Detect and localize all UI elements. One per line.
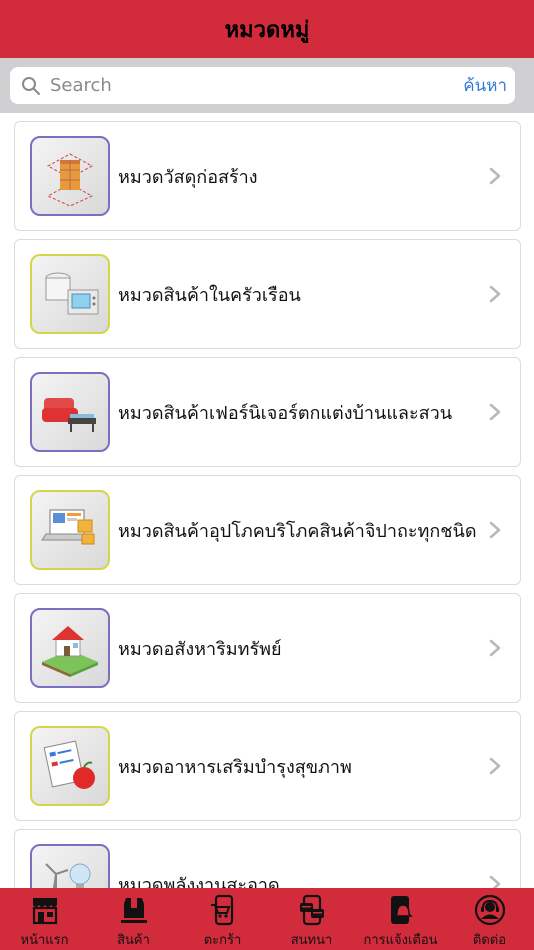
support-icon (474, 894, 506, 926)
chevron-right-icon (489, 403, 501, 421)
page-title: หมวดหมู่ (224, 17, 310, 43)
search-input[interactable] (50, 75, 464, 96)
chevron-right-icon (489, 757, 501, 775)
category-item-clean-energy[interactable]: หมวดพลังงานสะอาด (14, 829, 521, 888)
bell-phone-icon (385, 894, 417, 926)
store-icon (29, 894, 61, 926)
tab-contact[interactable]: ติดต่อ (446, 894, 534, 950)
chevron-right-icon (489, 521, 501, 539)
category-item-consumer[interactable]: หมวดสินค้าอุปโภคบริโภคสินค้าจิปาถะทุกชนิ… (14, 475, 521, 585)
construction-icon (30, 136, 110, 216)
category-item-household[interactable]: หมวดสินค้าในครัวเรือน (14, 239, 521, 349)
category-item-health[interactable]: หมวดอาหารเสริมบำรุงสุขภาพ (14, 711, 521, 821)
category-item-real-estate[interactable]: หมวดอสังหาริมทรัพย์ (14, 593, 521, 703)
tab-home[interactable]: หน้าแรก (1, 894, 89, 950)
shopping-laptop-icon (30, 490, 110, 570)
category-label: หมวดสินค้าเฟอร์นิเจอร์ตกแต่งบ้านและสวน (118, 402, 453, 424)
category-label: หมวดสินค้าอุปโภคบริโภคสินค้าจิปาถะทุกชนิ… (118, 520, 477, 542)
category-item-construction[interactable]: หมวดวัสดุก่อสร้าง (14, 121, 521, 231)
chevron-right-icon (489, 167, 501, 185)
search-button[interactable]: ค้นหา (463, 72, 507, 99)
category-list: หมวดวัสดุก่อสร้าง หมวดสินค้าในครัวเรือน (0, 113, 534, 888)
tab-label: สนทนา (290, 933, 333, 948)
cart-phone-icon (207, 894, 239, 926)
category-item-furniture[interactable]: หมวดสินค้าเฟอร์นิเจอร์ตกแต่งบ้านและสวน (14, 357, 521, 467)
tab-label: การแจ้งเตือน (363, 933, 438, 948)
appliance-icon (30, 254, 110, 334)
tab-label: สินค้า (117, 933, 150, 948)
chat-phone-icon (296, 894, 328, 926)
tab-products[interactable]: สินค้า (90, 894, 178, 950)
tab-label: ตะกร้า (203, 933, 242, 948)
health-food-icon (30, 726, 110, 806)
bottom-tab-bar: หน้าแรก สินค้า ตะกร้า สนทนา การแจ้งเตือน… (0, 888, 534, 950)
category-label: หมวดอาหารเสริมบำรุงสุขภาพ (118, 756, 352, 778)
search-icon (20, 75, 42, 97)
category-label: หมวดวัสดุก่อสร้าง (118, 166, 258, 188)
category-label: หมวดสินค้าในครัวเรือน (118, 284, 301, 306)
category-label: หมวดพลังงานสะอาด (118, 874, 280, 889)
chevron-right-icon (489, 639, 501, 657)
header-bar: หมวดหมู่ (0, 0, 534, 58)
category-label: หมวดอสังหาริมทรัพย์ (118, 638, 282, 660)
sofa-icon (30, 372, 110, 452)
chevron-right-icon (489, 875, 501, 888)
chevron-right-icon (489, 285, 501, 303)
tab-chat[interactable]: สนทนา (268, 894, 356, 950)
box-icon (118, 894, 150, 926)
tab-label: หน้าแรก (20, 933, 69, 948)
clean-energy-icon (30, 844, 110, 888)
house-icon (30, 608, 110, 688)
tab-cart[interactable]: ตะกร้า (179, 894, 267, 950)
tab-label: ติดต่อ (472, 933, 507, 948)
search-bar: ค้นหา (0, 58, 534, 113)
tab-notifications[interactable]: การแจ้งเตือน (357, 894, 445, 950)
search-box: ค้นหา (10, 67, 515, 104)
